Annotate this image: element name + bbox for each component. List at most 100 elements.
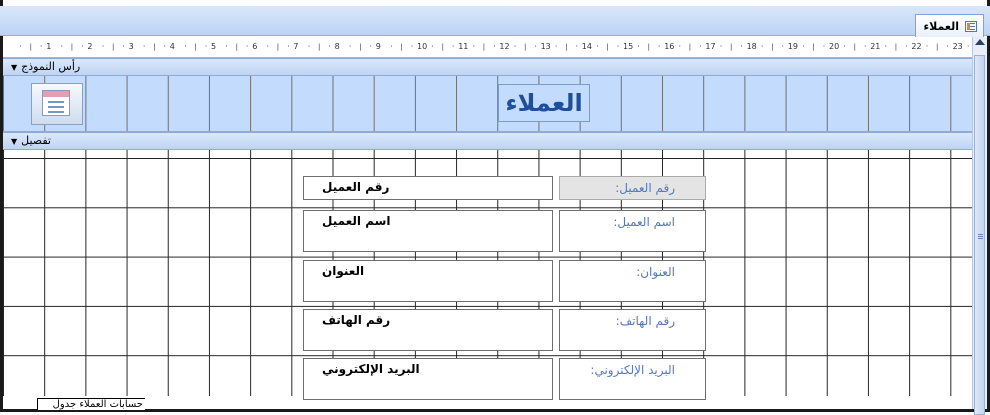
ruler-dot: · <box>534 42 537 51</box>
ruler-tick: | <box>771 43 774 51</box>
scroll-thumb[interactable] <box>974 55 985 415</box>
ruler-dot: · <box>266 42 270 51</box>
document-tab[interactable]: العملاء <box>914 14 984 37</box>
ruler-dot: · <box>678 42 682 51</box>
ruler-dot: · <box>81 42 84 51</box>
ruler-tick: | <box>70 43 74 51</box>
ruler-tick: | <box>894 43 898 51</box>
document-tab-bar: العملاء <box>0 6 990 37</box>
ruler-dot: · <box>740 42 743 51</box>
email-label[interactable]: البريد الإلكتروني: <box>559 358 706 400</box>
ruler-dot: · <box>19 42 22 51</box>
customer-id-textbox[interactable]: رقم العميل <box>303 176 553 200</box>
ruler-dot: · <box>637 42 640 51</box>
ruler-dot: · <box>925 42 929 51</box>
ruler-dot: · <box>905 42 908 51</box>
form-logo-icon <box>42 90 70 116</box>
ruler-tick: | <box>647 43 650 51</box>
detail-section-label: تفصيل <box>11 134 51 147</box>
ruler-dot: · <box>410 42 414 51</box>
email-label-text: البريد الإلكتروني: <box>590 363 675 377</box>
ruler-number: 18 <box>746 42 757 51</box>
form-title-label[interactable]: العملاء <box>498 84 590 122</box>
form-logo[interactable] <box>31 83 83 125</box>
ruler-dot: · <box>760 42 764 51</box>
ruler-tick: | <box>441 43 444 51</box>
ruler-tick: | <box>276 43 280 51</box>
ruler-tick: | <box>853 43 856 51</box>
subform-control-label[interactable]: حسابات العملاء جدول <box>37 398 145 410</box>
ruler-dot: · <box>884 42 888 51</box>
ruler-dot: · <box>225 42 228 51</box>
ruler-tick: | <box>153 43 156 51</box>
ruler-dot: · <box>287 42 290 51</box>
ruler-tick: | <box>524 43 527 51</box>
ruler-number: 22 <box>911 42 922 51</box>
ruler-number: 1 <box>46 42 52 51</box>
ruler-dot: · <box>431 42 434 51</box>
ruler-number: 21 <box>870 42 881 51</box>
ruler-number: 14 <box>581 42 592 51</box>
phone-label-text: رقم الهاتف: <box>615 314 675 328</box>
form-header-area[interactable] <box>3 76 972 132</box>
ruler-dot: · <box>616 42 620 51</box>
ruler-dot: · <box>657 42 661 51</box>
ruler-dot: · <box>39 42 43 51</box>
ruler-tick: | <box>565 43 568 51</box>
ruler-dot: · <box>245 42 249 51</box>
vertical-scrollbar[interactable] <box>972 37 987 415</box>
phone-control-text: رقم الهاتف <box>322 313 391 327</box>
ruler-number: 9 <box>375 42 381 51</box>
address-textbox[interactable]: العنوان <box>303 260 553 302</box>
ruler-dot: · <box>802 42 805 51</box>
document-tab-title: العملاء <box>923 19 959 33</box>
ruler-dot: · <box>554 42 558 51</box>
ruler-dot: · <box>369 42 373 51</box>
ruler-dot: · <box>472 42 476 51</box>
ruler-dot: · <box>163 42 167 51</box>
ruler-dot: · <box>575 42 579 51</box>
phone-textbox[interactable]: رقم الهاتف <box>303 309 553 351</box>
address-label[interactable]: العنوان: <box>559 260 706 302</box>
ruler-dot: · <box>493 42 496 51</box>
ruler-dot: · <box>966 42 970 51</box>
phone-label[interactable]: رقم الهاتف: <box>559 309 706 351</box>
ruler-number: 11 <box>458 42 469 51</box>
ruler-number: 4 <box>169 42 175 51</box>
ruler-dot: · <box>946 42 949 51</box>
customer-name-label[interactable]: اسم العميل: <box>559 210 706 252</box>
ruler-tick: | <box>29 43 32 51</box>
ruler-tick: | <box>400 43 403 51</box>
ruler-tick: | <box>730 43 733 51</box>
scroll-grip-icon <box>978 234 983 235</box>
ruler-tick: | <box>606 43 609 51</box>
ruler-number: 8 <box>334 42 340 51</box>
address-control-text: العنوان <box>322 264 365 278</box>
ruler-number: 12 <box>499 42 510 51</box>
ruler-number: 17 <box>705 42 716 51</box>
customer-id-control-text: رقم العميل <box>322 180 390 194</box>
ruler-tick: | <box>235 43 238 51</box>
ruler-dot: · <box>781 42 785 51</box>
ruler-dot: · <box>843 42 846 51</box>
customer-name-textbox[interactable]: اسم العميل <box>303 210 553 252</box>
ruler-dot: · <box>60 42 64 51</box>
email-textbox[interactable]: البريد الإلكتروني <box>303 358 553 400</box>
scroll-up-arrow-icon[interactable] <box>975 39 985 45</box>
address-label-text: العنوان: <box>636 265 675 279</box>
ruler-number: 15 <box>623 42 634 51</box>
customer-name-control-text: اسم العميل <box>322 214 391 228</box>
detail-section-bar[interactable]: تفصيل <box>3 132 972 150</box>
ruler-tick: | <box>812 43 815 51</box>
ruler-dot: · <box>101 42 105 51</box>
ruler-dot: · <box>451 42 455 51</box>
customer-id-label[interactable]: رقم العميل: <box>559 176 706 200</box>
ruler-number: 3 <box>128 42 134 51</box>
ruler-dot: · <box>719 42 723 51</box>
horizontal-ruler[interactable]: 1 2 3 4 5 6 7 8 9 10 11 12 13 14 15 16 17 18 19 20 21 22 23 · | ·… <box>3 37 972 58</box>
ruler-tick: | <box>194 43 197 51</box>
customer-id-label-text: رقم العميل: <box>615 181 675 195</box>
form-header-section-bar[interactable]: رأس النموذج <box>3 58 972 76</box>
ruler-number: 7 <box>293 42 299 51</box>
ruler-dot: · <box>184 42 187 51</box>
